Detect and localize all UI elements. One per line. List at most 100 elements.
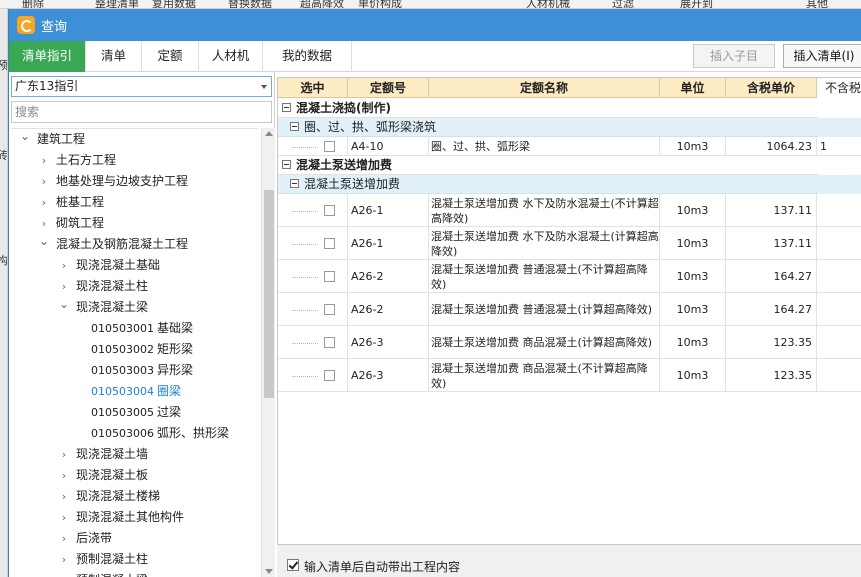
bg-toolbar-item: 删除 — [22, 0, 44, 9]
select-cell[interactable] — [278, 260, 348, 293]
chevron-right-icon[interactable]: › — [58, 444, 70, 465]
column-header-unit[interactable]: 单位 — [660, 78, 726, 98]
tree-node[interactable]: ⌄ 现浇混凝土梁 — [11, 297, 258, 318]
tree-node[interactable]: ⌄ 混凝土及钢筋混凝土工程 — [11, 234, 258, 255]
subgroup-row[interactable]: 混凝土泵送增加费 — [278, 175, 818, 194]
chevron-right-icon[interactable]: › — [58, 276, 70, 297]
unit-cell: 10m3 — [660, 293, 726, 326]
chevron-down-icon[interactable] — [261, 85, 267, 89]
unit-cell: 10m3 — [660, 227, 726, 260]
name-cell: 混凝土泵送增加费 商品混凝土(计算超高降效) — [429, 326, 660, 359]
row-checkbox[interactable] — [324, 140, 335, 152]
tree-node[interactable]: › 地基处理与边坡支护工程 — [11, 171, 258, 192]
chevron-down-icon[interactable]: ⌄ — [58, 297, 70, 318]
column-header-name[interactable]: 定额名称 — [429, 78, 660, 98]
chevron-down-icon[interactable]: ⌄ — [38, 234, 50, 255]
tree-leaf-item[interactable]: 010503006 弧形、拱形梁 — [11, 423, 258, 444]
select-cell[interactable] — [278, 293, 348, 326]
code-cell: A26-1 — [348, 227, 429, 260]
chevron-right-icon[interactable]: › — [38, 213, 50, 234]
table-row[interactable]: A26-1 混凝土泵送增加费 水下及防水混凝土(不计算超高降效) 10m3 137.1… — [278, 194, 861, 227]
tree-node[interactable]: › 现浇混凝土基础 — [11, 255, 258, 276]
select-cell[interactable] — [278, 194, 348, 227]
row-checkbox[interactable] — [324, 237, 335, 249]
subgroup-row[interactable]: 圈、过、拱、弧形梁浇筑 — [278, 118, 818, 137]
chevron-right-icon[interactable]: › — [38, 150, 50, 171]
unit-cell: 10m3 — [660, 326, 726, 359]
collapse-icon[interactable] — [290, 179, 299, 188]
tree-node[interactable]: › 后浇带 — [11, 528, 258, 549]
chevron-right-icon[interactable]: › — [58, 486, 70, 507]
dialog-titlebar[interactable]: 查询 — [9, 9, 861, 41]
tree-node[interactable]: › 土石方工程 — [11, 150, 258, 171]
insert-sub-item-button[interactable]: 插入子目 — [693, 44, 775, 68]
column-header-code[interactable]: 定额号 — [348, 78, 429, 98]
tab-my-data[interactable]: 我的数据 — [263, 41, 352, 72]
tree-node[interactable]: › 现浇混凝土墙 — [11, 444, 258, 465]
tree-node[interactable]: › 桩基工程 — [11, 192, 258, 213]
tab-labor-material-machine[interactable]: 人材机 — [199, 41, 263, 72]
select-cell[interactable] — [278, 326, 348, 359]
bg-left-fragment: 砖 — [0, 147, 7, 163]
tree-node[interactable]: › 砌筑工程 — [11, 213, 258, 234]
table-row[interactable]: A26-3 混凝土泵送增加费 商品混凝土(计算超高降效) 10m3 123.35 — [278, 326, 861, 359]
tree-leaf-item[interactable]: 010503004 圈梁 — [11, 381, 258, 402]
chevron-right-icon[interactable]: › — [58, 570, 70, 577]
chevron-right-icon[interactable]: › — [58, 549, 70, 570]
scrollbar-thumb[interactable] — [264, 190, 274, 398]
no-tax-cell — [817, 293, 861, 326]
tree-node[interactable]: › 预制混凝土梁 — [11, 570, 258, 577]
table-row[interactable]: A26-2 混凝土泵送增加费 普通混凝土(计算超高降效) 10m3 164.27 — [278, 293, 861, 326]
insert-list-button[interactable]: 插入清单(I) — [783, 44, 861, 68]
table-row[interactable]: A26-1 混凝土泵送增加费 水下及防水混凝土(计算超高降效) 10m3 137.11 — [278, 227, 861, 260]
collapse-icon[interactable] — [290, 122, 299, 131]
select-cell[interactable] — [278, 137, 348, 156]
scroll-up-icon[interactable] — [265, 131, 273, 136]
chevron-right-icon[interactable]: › — [58, 528, 70, 549]
column-header-no-tax[interactable]: 不含税 — [817, 78, 861, 98]
tree-node[interactable]: › 预制混凝土柱 — [11, 549, 258, 570]
library-select[interactable]: 广东13指引 — [11, 76, 272, 97]
tree-node[interactable]: › 现浇混凝土楼梯 — [11, 486, 258, 507]
chevron-down-icon[interactable]: ⌄ — [19, 129, 31, 150]
tree-node[interactable]: › 现浇混凝土其他构件 — [11, 507, 258, 528]
chevron-right-icon[interactable]: › — [58, 465, 70, 486]
tree-leaf-item[interactable]: 010503003 异形梁 — [11, 360, 258, 381]
tree-scrollbar[interactable] — [261, 128, 275, 577]
table-row[interactable]: A4-10 圈、过、拱、弧形梁 10m3 1064.23 1 — [278, 137, 861, 156]
chevron-right-icon[interactable]: › — [38, 192, 50, 213]
scroll-down-icon[interactable] — [265, 569, 273, 574]
tree-leaf-item[interactable]: 010503005 过梁 — [11, 402, 258, 423]
tab-list-guide[interactable]: 清单指引 — [9, 41, 86, 72]
collapse-icon[interactable] — [282, 103, 291, 112]
column-header-tax-price[interactable]: 含税单价 — [726, 78, 817, 98]
column-header-select[interactable]: 选中 — [278, 78, 348, 98]
bg-toolbar-item: 其他 — [806, 0, 828, 9]
table-row[interactable]: A26-2 混凝土泵送增加费 普通混凝土(不计算超高降效) 10m3 164.27 — [278, 260, 861, 293]
group-row[interactable]: 混凝土泵送增加费 — [278, 156, 818, 175]
row-checkbox[interactable] — [324, 336, 335, 348]
select-cell[interactable] — [278, 227, 348, 260]
row-checkbox[interactable] — [324, 270, 335, 282]
row-checkbox[interactable] — [324, 303, 335, 315]
chevron-right-icon[interactable]: › — [38, 171, 50, 192]
row-checkbox[interactable] — [324, 204, 335, 216]
tree-node[interactable]: ⌄ 建筑工程 — [11, 129, 258, 150]
collapse-icon[interactable] — [282, 160, 291, 169]
chevron-right-icon[interactable]: › — [58, 507, 70, 528]
tree-leaf-item[interactable]: 010503001 基础梁 — [11, 318, 258, 339]
price-cell: 123.35 — [726, 359, 817, 392]
table-row[interactable]: A26-3 混凝土泵送增加费 商品混凝土(不计算超高降效) 10m3 123.35 — [278, 359, 861, 392]
tree-node[interactable]: › 现浇混凝土柱 — [11, 276, 258, 297]
tab-quota[interactable]: 定额 — [142, 41, 199, 72]
tab-list[interactable]: 清单 — [86, 41, 142, 72]
tree-leaf-item[interactable]: 010503002 矩形梁 — [11, 339, 258, 360]
tree-node[interactable]: › 现浇混凝土板 — [11, 465, 258, 486]
select-cell[interactable] — [278, 359, 348, 392]
search-input[interactable] — [11, 101, 272, 123]
auto-bring-checkbox[interactable] — [287, 559, 299, 571]
row-checkbox[interactable] — [324, 369, 335, 381]
group-row[interactable]: 混凝土浇捣(制作) — [278, 99, 818, 118]
code-cell: A26-2 — [348, 260, 429, 293]
chevron-right-icon[interactable]: › — [58, 255, 70, 276]
